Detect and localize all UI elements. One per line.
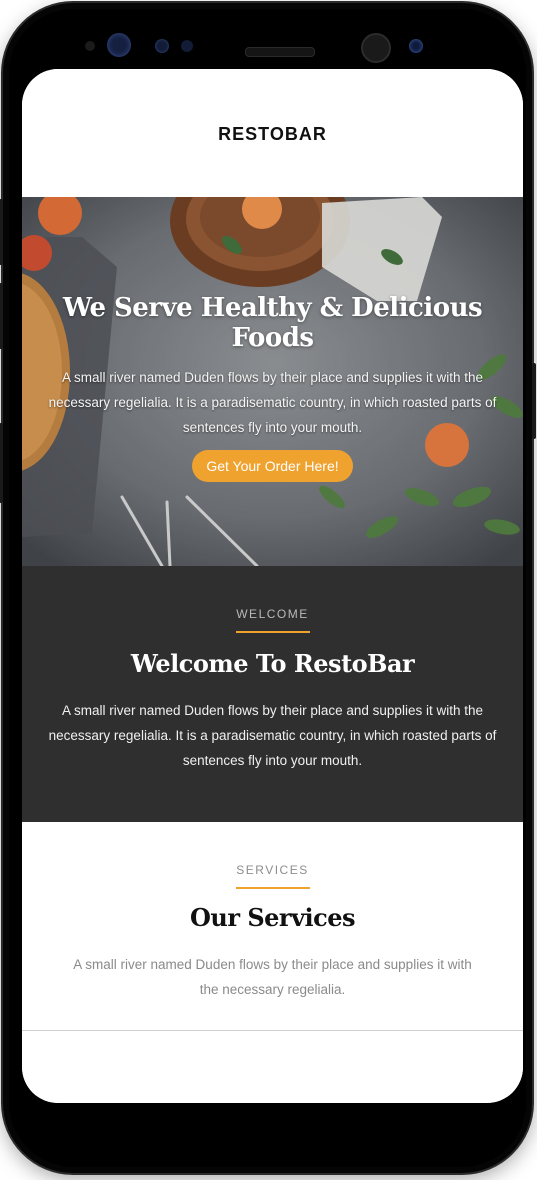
sensor-icon (409, 39, 423, 53)
hero-title: We Serve Healthy & Delicious Foods (62, 293, 483, 353)
volume-button (0, 199, 3, 265)
site-header: RESTOBAR (22, 69, 523, 197)
services-title: Our Services (189, 903, 356, 932)
sensor-icon (181, 40, 193, 52)
brand-logo[interactable]: RESTOBAR (218, 124, 327, 145)
iris-scanner-icon (107, 33, 131, 57)
order-button[interactable]: Get Your Order Here! (192, 450, 353, 482)
hero-description: A small river named Duden flows by their… (48, 370, 497, 435)
welcome-description: A small river named Duden flows by their… (48, 703, 497, 768)
welcome-kicker: WELCOME (236, 607, 309, 621)
screen: RESTOBAR We Serve Healthy & Delicious Fo… (22, 69, 523, 1103)
hero-content: We Serve Healthy & Delicious Foods A sma… (22, 293, 523, 482)
accent-divider (235, 887, 310, 889)
phone-frame: RESTOBAR We Serve Healthy & Delicious Fo… (0, 3, 536, 1173)
section-divider (22, 1030, 523, 1031)
services-section: SERVICES Our Services A small river name… (22, 822, 523, 1103)
hero-section: We Serve Healthy & Delicious Foods A sma… (22, 197, 523, 566)
services-description: A small river named Duden flows by their… (73, 957, 472, 997)
side-button-lower (0, 423, 3, 503)
services-kicker: SERVICES (236, 863, 309, 877)
bixby-button (0, 283, 3, 349)
camera-icon (361, 33, 391, 63)
speaker-grille (245, 47, 315, 57)
welcome-title: Welcome To RestoBar (130, 649, 415, 678)
sensor-icon (85, 41, 95, 51)
welcome-section: WELCOME Welcome To RestoBar A small rive… (22, 566, 523, 822)
power-button (532, 363, 536, 439)
sensor-icon (155, 39, 169, 53)
accent-divider (235, 631, 310, 633)
